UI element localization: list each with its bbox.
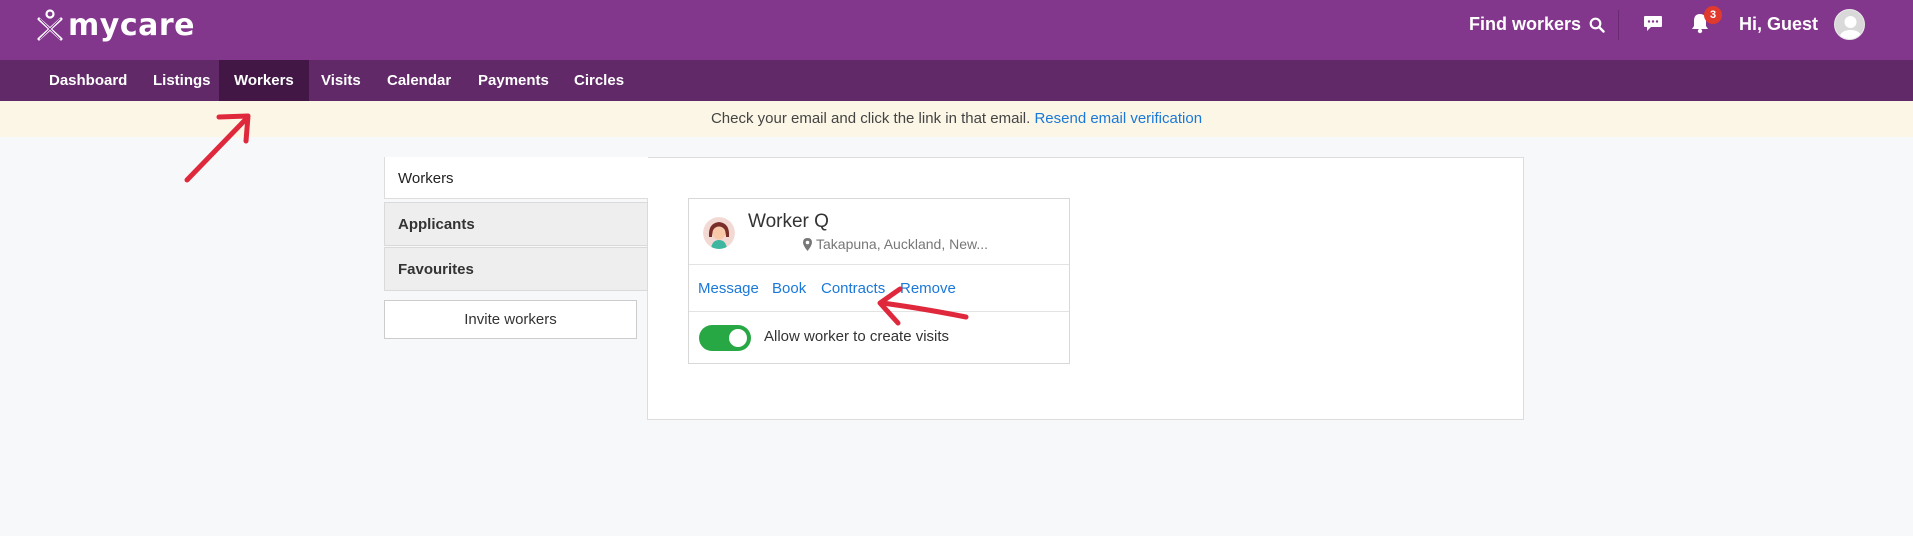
worker-avatar-icon xyxy=(703,217,735,249)
find-workers-label: Find workers xyxy=(1469,14,1582,34)
resend-verification-link[interactable]: Resend email verification xyxy=(1034,110,1202,127)
worker-card-actions: Message Book Contracts Remove xyxy=(689,265,1069,312)
worker-location: Takapuna, Auckland, New... xyxy=(803,236,988,252)
tab-applicants[interactable]: Applicants xyxy=(384,202,648,246)
toggle-knob xyxy=(729,329,747,347)
worker-name[interactable]: Worker Q xyxy=(748,211,829,233)
banner-message: Check your email and click the link in t… xyxy=(710,110,1031,127)
header-divider xyxy=(1618,10,1619,40)
invite-workers-button[interactable]: Invite workers xyxy=(384,300,637,339)
nav-circles[interactable]: Circles xyxy=(559,60,639,101)
find-workers-link[interactable]: Find workers xyxy=(1469,14,1605,35)
user-greeting[interactable]: Hi, Guest xyxy=(1739,14,1818,35)
logo-icon xyxy=(37,9,63,41)
email-verification-banner: Check your email and click the link in t… xyxy=(0,101,1913,137)
contracts-link[interactable]: Contracts xyxy=(821,280,885,297)
user-avatar[interactable] xyxy=(1834,9,1865,40)
search-icon xyxy=(1589,17,1605,33)
allow-visits-label: Allow worker to create visits xyxy=(764,328,950,345)
worker-card-header: Worker Q Takapuna, Auckland, New... xyxy=(689,199,1069,265)
nav-visits[interactable]: Visits xyxy=(306,60,376,101)
nav-workers[interactable]: Workers xyxy=(219,60,309,101)
tab-workers[interactable]: Workers xyxy=(384,157,648,199)
nav-listings[interactable]: Listings xyxy=(138,60,226,101)
tab-favourites[interactable]: Favourites xyxy=(384,247,648,291)
main-nav: Dashboard Listings Workers Visits Calend… xyxy=(0,60,1913,101)
worker-card: Worker Q Takapuna, Auckland, New... Mess… xyxy=(688,198,1070,364)
nav-calendar[interactable]: Calendar xyxy=(372,60,466,101)
mycare-logo[interactable]: mycare xyxy=(36,7,195,43)
worker-location-text: Takapuna, Auckland, New... xyxy=(816,236,988,252)
nav-dashboard[interactable]: Dashboard xyxy=(34,60,142,101)
remove-link[interactable]: Remove xyxy=(900,280,956,297)
allow-visits-toggle[interactable] xyxy=(699,325,751,351)
nav-payments[interactable]: Payments xyxy=(463,60,564,101)
worker-avatar[interactable] xyxy=(703,217,735,249)
user-silhouette-icon xyxy=(1839,16,1862,39)
top-header: mycare Find workers 3 Hi, Guest xyxy=(0,0,1913,60)
map-marker-icon xyxy=(803,237,812,251)
message-link[interactable]: Message xyxy=(698,280,759,297)
book-link[interactable]: Book xyxy=(772,280,806,297)
notification-badge: 3 xyxy=(1704,6,1722,24)
logo-text: mycare xyxy=(68,7,195,43)
chat-icon[interactable] xyxy=(1643,14,1663,32)
